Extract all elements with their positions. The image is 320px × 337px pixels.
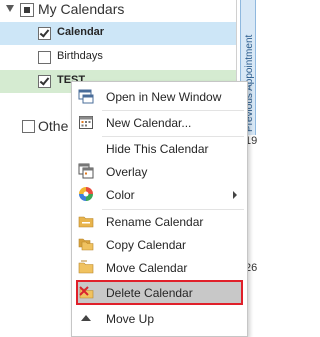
partial-check-icon [24,7,30,13]
menu-item-label: Overlay [106,165,148,179]
context-menu: Open in New Window New Calendar... Hide … [71,81,248,337]
menu-item-move-calendar[interactable]: Move Calendar [72,256,247,279]
menu-item-copy-calendar[interactable]: Copy Calendar [72,233,247,256]
calendar-item-label: Birthdays [57,50,103,62]
calendar-item-calendar[interactable]: Calendar [0,22,236,45]
birthdays-checkbox[interactable] [38,51,51,64]
checkmark-icon [39,75,50,86]
move-folder-icon [78,260,94,274]
new-window-icon [78,89,94,104]
copy-folder-icon [78,238,94,251]
collapse-arrow-icon[interactable] [6,5,14,12]
color-palette-icon [79,187,93,201]
menu-item-label: Move Up [106,312,155,326]
menu-item-open-in-new-window[interactable]: Open in New Window [72,85,247,108]
new-calendar-icon [79,116,93,129]
rename-folder-icon [78,216,94,228]
menu-item-hide-this-calendar[interactable]: Hide This Calendar [72,137,247,160]
menu-item-color[interactable]: Color [72,183,247,206]
menu-item-new-calendar[interactable]: New Calendar... [72,111,247,134]
my-calendars-group-checkbox[interactable] [20,3,34,17]
other-calendars-label[interactable]: Othe [38,118,68,134]
menu-item-label: Move Calendar [106,261,188,275]
my-calendars-group-header[interactable]: My Calendars [0,0,236,22]
menu-item-rename-calendar[interactable]: Rename Calendar [72,210,247,233]
highlight-annotation-box [76,280,243,305]
menu-item-label: New Calendar... [106,116,192,130]
overlay-icon [78,163,94,179]
my-calendars-label: My Calendars [38,1,125,17]
calendar-checkbox[interactable] [38,27,51,40]
move-up-icon [81,315,91,321]
calendar-item-birthdays[interactable]: Birthdays [0,46,236,69]
menu-item-label: Copy Calendar [106,238,187,252]
submenu-arrow-icon [233,191,237,199]
menu-item-label: Open in New Window [106,90,222,104]
other-calendars-checkbox[interactable] [22,120,35,133]
calendar-item-label: Calendar [57,26,105,38]
menu-item-label: Hide This Calendar [106,142,209,156]
menu-item-overlay[interactable]: Overlay [72,160,247,183]
checkmark-icon [39,27,50,38]
menu-item-label: Rename Calendar [106,215,204,229]
menu-item-move-up[interactable]: Move Up [72,307,247,330]
test-checkbox[interactable] [38,75,51,88]
menu-item-label: Color [106,188,135,202]
